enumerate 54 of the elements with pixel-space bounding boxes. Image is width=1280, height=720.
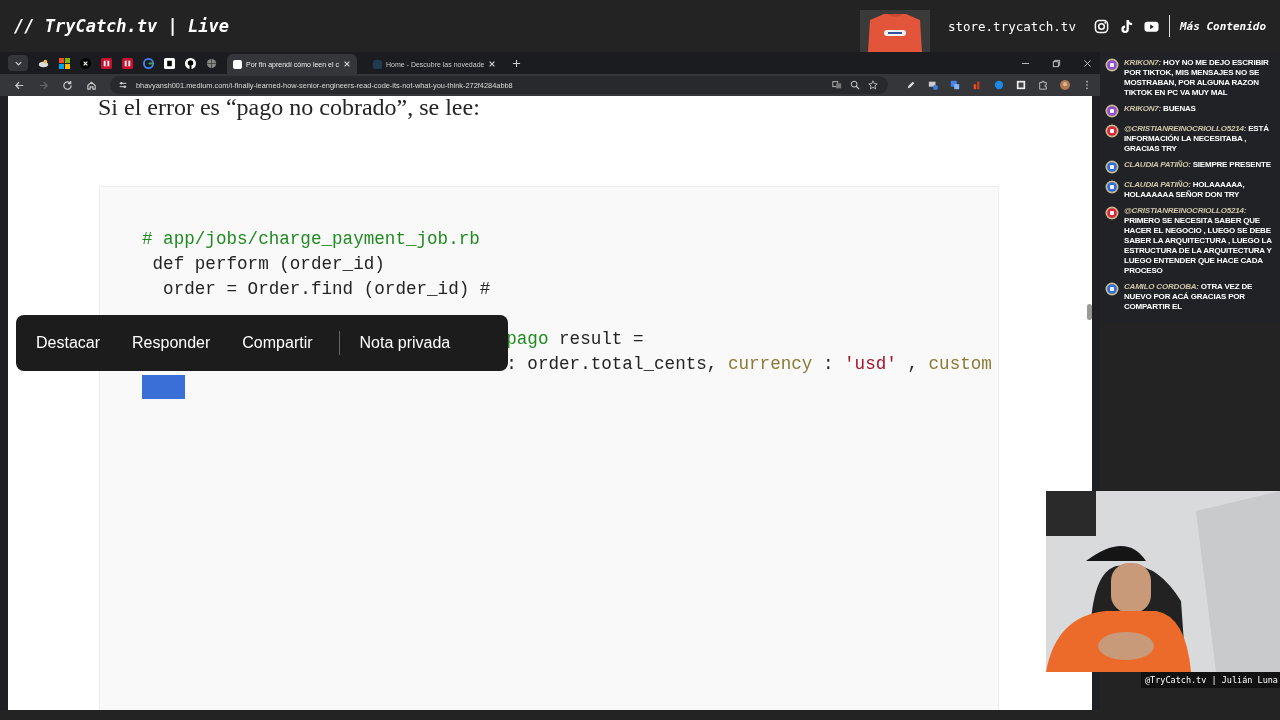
toolbar-button[interactable]: Responder [126,330,217,356]
scrollbar[interactable] [1087,304,1092,320]
chat-message: KRIKON7: HOY NO ME DEJO ESCRIBIR POR TIKTOK, MIS MENSAJES NO SE MOSTRABAN, POR ALGUNA RAZON TIKTOK EN PC VA MUY MAL [1124,58,1270,98]
github-icon[interactable] [185,57,196,69]
code-line: # app/jobs/charge_payment_job.rb [142,228,480,251]
close-icon[interactable] [488,60,497,68]
square-icon[interactable] [164,57,175,69]
translate-icon[interactable] [950,80,960,90]
tab-list-button[interactable] [8,55,28,71]
webcam-caption: @TryCatch.tv | Julián Luna [1140,672,1280,688]
pen-icon[interactable] [906,80,916,90]
tiktok-icon [1118,18,1134,34]
translate-icon[interactable] [832,80,842,90]
square-icon[interactable] [101,57,112,69]
code-line: : order.total_cents, currency : 'usd' , custom [506,353,992,376]
chat-message: @CRISTIANREINOCRIOLLO5214: PRIMERO SE NECESITA SABER QUE HACER EL NEGOCIO , LUEGO SE DEBE SABER LA ARQUITECTURA , LUEGO LA ESTRUCTURA DE LA ARQUITECTURA Y LUEGO ENTENDER QUE HACE CADA PROCESO [1124,206,1273,276]
windows-icon[interactable] [59,57,70,69]
square-icon[interactable] [122,57,133,69]
more-content-label: Más Contenido [1179,19,1266,33]
chat-message: CAMILO CORDOBA: OTRA VEZ DE NUEVO POR ACÁ GRACIAS POR COMPARTIR EL [1124,282,1254,312]
stream-title: // TryCatch.tv | Live [14,16,229,36]
new-tab-icon[interactable] [512,58,522,68]
profile-icon[interactable] [1060,80,1070,90]
back-icon[interactable] [14,79,25,91]
site-settings-icon[interactable] [118,80,128,90]
globe-icon[interactable] [206,57,217,69]
zoom-icon[interactable] [850,80,860,90]
bars-icon[interactable] [972,80,982,90]
home-icon[interactable] [86,79,97,91]
chat-message: KRIKON7: BUENAS [1124,104,1196,114]
close-icon[interactable] [1083,58,1092,68]
chat-message: CLAUDIA PATIÑO: HOLAAAAAA, HOLAAAAAA SEÑOR DON TRY [1124,180,1246,200]
square-icon[interactable] [1016,80,1026,90]
extensions-icon[interactable] [1038,80,1048,90]
cloud-icon[interactable] [38,57,49,69]
reload-icon[interactable] [62,79,73,91]
x-icon[interactable] [80,57,91,69]
chat-message: CLAUDIA PATIÑO: SIEMPRE PRESENTE [1124,160,1271,170]
chat-message: @CRISTIANREINOCRIOLLO5214: ESTÁ INFORMACIÓN LA NECESITABA , GRACIAS TRY [1124,124,1270,154]
toolbar-button[interactable]: Nota privada [353,330,457,356]
article-heading: Si el error es “pago no cobrado”, se lee: [98,96,481,118]
instagram-icon [1093,18,1109,34]
close-icon[interactable] [343,60,351,68]
code-line: order = Order.find (order_id) # [162,278,491,301]
toolbar-button[interactable]: Destacar [30,330,107,356]
circle-icon[interactable] [994,80,1004,90]
windows-stack-icon[interactable] [928,80,938,90]
selection-highlight [142,375,185,399]
toolbar-button[interactable]: Compartir [236,330,319,356]
restore-icon[interactable] [1052,58,1061,68]
code-line: pago result = [506,328,644,351]
code-line: def perform (order_id) [151,253,385,276]
star-icon[interactable] [868,80,878,90]
store-link[interactable]: store.trycatch.tv [947,18,1076,34]
